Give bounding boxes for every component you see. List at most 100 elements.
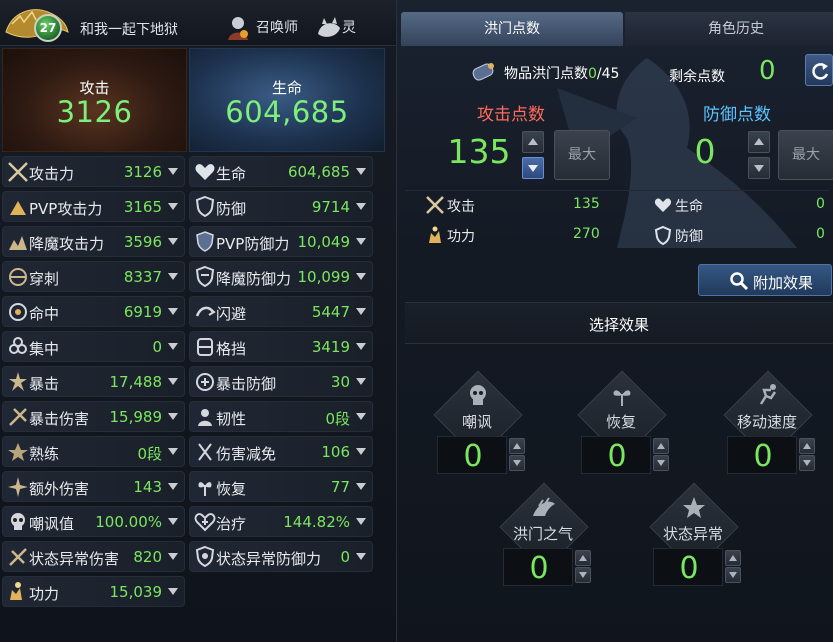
defense-stat-row[interactable]: 降魔防御力 10,099 <box>189 261 373 292</box>
heart-icon <box>654 198 672 212</box>
chevron-down-icon[interactable] <box>356 168 366 175</box>
node-decrease-button[interactable] <box>653 455 669 471</box>
attack-stat-row[interactable]: 暴击伤害 15,989 <box>2 401 185 432</box>
defense-stat-row[interactable]: 治疗 144.82% <box>189 506 373 537</box>
attack-stat-row[interactable]: 功力 15,039 <box>2 576 185 607</box>
stat-value: 0段 <box>325 410 350 428</box>
chevron-down-icon[interactable] <box>356 378 366 385</box>
attack-points-decrease[interactable] <box>522 157 544 179</box>
attack-stat-row[interactable]: 降魔攻击力 3596 <box>2 226 185 257</box>
defense-stat-row[interactable]: 暴击防御 30 <box>189 366 373 397</box>
chevron-down-icon[interactable] <box>168 378 178 385</box>
attack-stat-row[interactable]: PVP攻击力 3165 <box>2 191 185 222</box>
chevron-down-icon[interactable] <box>356 483 366 490</box>
pvp-attack-icon <box>10 201 26 215</box>
chevron-down-icon[interactable] <box>356 308 366 315</box>
attack-stat-row[interactable]: 状态异常伤害 820 <box>2 541 185 572</box>
attack-stat-row[interactable]: 暴击 17,488 <box>2 366 185 397</box>
node-increase-button[interactable] <box>653 438 669 454</box>
attack-points-increase[interactable] <box>522 131 544 153</box>
defense-max-button[interactable]: 最大 <box>778 130 833 180</box>
node-decrease-button[interactable] <box>509 455 525 471</box>
defense-stat-row[interactable]: 状态异常防御力 0 <box>189 541 373 572</box>
remaining-points-label: 剩余点数 <box>669 69 725 85</box>
select-effect-header: 选择效果 <box>405 302 833 344</box>
defense-stat-row[interactable]: 韧性 0段 <box>189 401 373 432</box>
damage-reduction-icon <box>198 443 212 461</box>
chevron-down-icon[interactable] <box>168 483 178 490</box>
effect-attack-label: 攻击 <box>447 199 475 215</box>
reset-icon <box>812 63 829 80</box>
chevron-down-icon[interactable] <box>168 448 178 455</box>
chevron-down-icon[interactable] <box>168 413 178 420</box>
chevron-down-icon[interactable] <box>168 168 178 175</box>
chevron-down-icon[interactable] <box>356 448 366 455</box>
chevron-down-icon[interactable] <box>356 238 366 245</box>
chevron-down-icon[interactable] <box>356 518 366 525</box>
tab-character-history[interactable]: 角色历史 <box>625 12 833 46</box>
defense-points-increase[interactable] <box>748 131 770 153</box>
node-value: 0 <box>463 439 483 474</box>
node-decrease-button[interactable] <box>575 567 591 583</box>
chevron-down-icon[interactable] <box>356 273 366 280</box>
chevron-down-icon[interactable] <box>356 343 366 350</box>
node-decrease-button[interactable] <box>725 567 741 583</box>
chevron-down-icon[interactable] <box>356 413 366 420</box>
defense-stat-row[interactable]: 生命 604,685 <box>189 156 373 187</box>
node-increase-button[interactable] <box>509 438 525 454</box>
stat-value: 3126 <box>123 163 162 181</box>
demon-defense-icon <box>195 265 215 288</box>
star-icon <box>683 497 705 518</box>
reset-button[interactable] <box>805 54 833 86</box>
effect-node: 恢复 0 <box>571 370 671 490</box>
tab-hongmen-points[interactable]: 洪门点数 <box>401 12 623 46</box>
attack-stat-row[interactable]: 命中 6919 <box>2 296 185 327</box>
effect-hp-value: 0 <box>816 196 825 212</box>
evasion-icon <box>195 306 216 317</box>
mastery-icon <box>8 443 28 461</box>
chevron-down-icon[interactable] <box>356 203 366 210</box>
chevron-down-icon[interactable] <box>356 553 366 560</box>
power-icon <box>429 226 441 243</box>
stat-value: 3596 <box>123 233 162 251</box>
defense-stat-row[interactable]: PVP防御力 10,049 <box>189 226 373 257</box>
chevron-down-icon[interactable] <box>168 588 178 595</box>
node-increase-button[interactable] <box>799 438 815 454</box>
defense-stat-row[interactable]: 伤害减免 106 <box>189 436 373 467</box>
defense-stat-row[interactable]: 格挡 3419 <box>189 331 373 362</box>
status-defense-icon <box>195 545 215 568</box>
defense-stat-row[interactable]: 防御 9714 <box>189 191 373 222</box>
chevron-down-icon[interactable] <box>168 238 178 245</box>
extra-effect-button[interactable]: 附加效果 <box>698 264 832 296</box>
chevron-down-icon[interactable] <box>168 203 178 210</box>
effect-defense-row: 防御 0 <box>653 222 833 250</box>
node-increase-button[interactable] <box>575 550 591 566</box>
chevron-down-icon[interactable] <box>168 553 178 560</box>
stat-label: 熟练 <box>29 445 60 463</box>
node-increase-button[interactable] <box>725 550 741 566</box>
attack-stat-row[interactable]: 熟练 0段 <box>2 436 185 467</box>
chevron-down-icon[interactable] <box>168 518 178 525</box>
attack-stat-row[interactable]: 嘲讽值 100.00% <box>2 506 185 537</box>
attack-stat-row[interactable]: 额外伤害 143 <box>2 471 185 502</box>
node-value-box: 0 <box>503 548 573 586</box>
defense-points-decrease[interactable] <box>748 157 770 179</box>
stat-value: 0段 <box>137 445 162 463</box>
dragon-icon <box>533 497 555 516</box>
attack-stat-row[interactable]: 攻击力 3126 <box>2 156 185 187</box>
attack-max-button[interactable]: 最大 <box>554 130 610 180</box>
node-decrease-button[interactable] <box>799 455 815 471</box>
chevron-down-icon[interactable] <box>168 343 178 350</box>
effect-node: 移动速度 0 <box>717 370 817 490</box>
stat-label: 嘲讽值 <box>29 515 75 533</box>
attack-stat-row[interactable]: 集中 0 <box>2 331 185 362</box>
level-badge: 27 <box>34 14 62 42</box>
chevron-down-icon[interactable] <box>168 308 178 315</box>
chevron-down-icon[interactable] <box>168 273 178 280</box>
node-label: 恢复 <box>605 413 636 431</box>
attack-stat-row[interactable]: 穿刺 8337 <box>2 261 185 292</box>
defense-stat-row[interactable]: 闪避 5447 <box>189 296 373 327</box>
defense-stat-row[interactable]: 恢复 77 <box>189 471 373 502</box>
pvp-defense-icon <box>196 231 214 252</box>
effect-attack-row: 攻击 135 <box>425 192 605 220</box>
